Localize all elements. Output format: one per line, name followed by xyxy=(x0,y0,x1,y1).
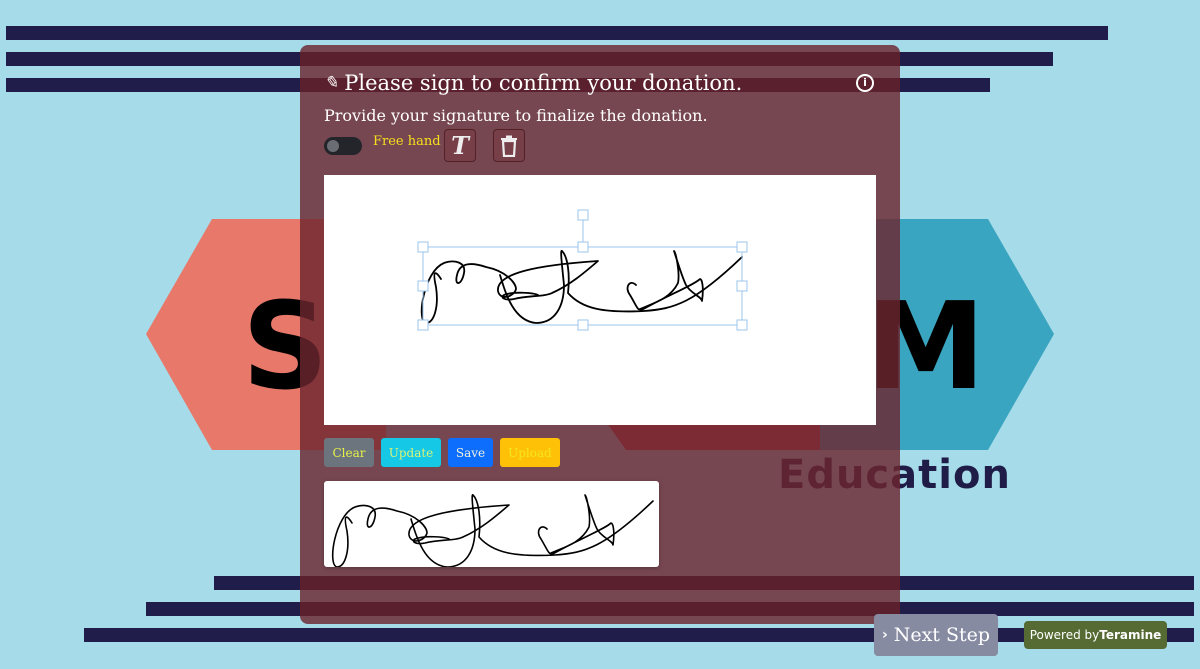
modal-overlay-stripe xyxy=(300,602,900,616)
upload-button[interactable]: Upload xyxy=(500,438,560,467)
signature-preview-image xyxy=(331,494,654,568)
resize-handle xyxy=(417,241,429,253)
powered-by-prefix: Powered by xyxy=(1029,628,1100,642)
chevron-right-icon: › xyxy=(881,627,888,643)
powered-by-brand: Teramine xyxy=(1099,628,1162,642)
signature-toolbar: Free hand T xyxy=(324,128,884,164)
signature-preview xyxy=(324,481,659,568)
free-hand-toggle[interactable] xyxy=(324,137,362,155)
trash-icon xyxy=(501,135,517,157)
rotate-handle xyxy=(577,209,589,221)
resize-handle xyxy=(736,241,748,253)
modal-overlay-stripe xyxy=(300,576,900,590)
resize-handle xyxy=(736,319,748,331)
delete-button[interactable] xyxy=(493,129,525,162)
modal-title: Please sign to confirm your donation. xyxy=(344,71,743,95)
clear-button[interactable]: Clear xyxy=(324,438,374,467)
update-button[interactable]: Update xyxy=(381,438,441,467)
toggle-knob xyxy=(327,140,339,152)
signature-modal: ✎ Please sign to confirm your donation. … xyxy=(300,45,900,624)
text-tool-button[interactable]: T xyxy=(444,129,476,162)
signature-icon: ✎ xyxy=(324,73,339,93)
modal-header: ✎ Please sign to confirm your donation. … xyxy=(324,69,876,97)
resize-handle xyxy=(736,280,748,292)
resize-handle xyxy=(417,319,429,331)
modal-overlay-stripe xyxy=(300,52,900,66)
resize-handle xyxy=(577,319,589,331)
powered-by-badge[interactable]: Powered by Teramine xyxy=(1024,621,1167,649)
resize-handle xyxy=(417,280,429,292)
signature-canvas[interactable] xyxy=(324,175,876,425)
next-step-button[interactable]: › Next Step xyxy=(874,614,998,656)
modal-subtitle: Provide your signature to finalize the d… xyxy=(324,106,708,125)
info-icon[interactable]: i xyxy=(856,74,874,92)
resize-handle xyxy=(577,241,589,253)
text-icon: T xyxy=(451,131,469,160)
bg-stripe xyxy=(6,26,1108,40)
free-hand-label: Free hand xyxy=(373,134,441,149)
save-button[interactable]: Save xyxy=(448,438,493,467)
next-step-label: Next Step xyxy=(893,624,991,646)
signature-drawing xyxy=(417,209,748,331)
